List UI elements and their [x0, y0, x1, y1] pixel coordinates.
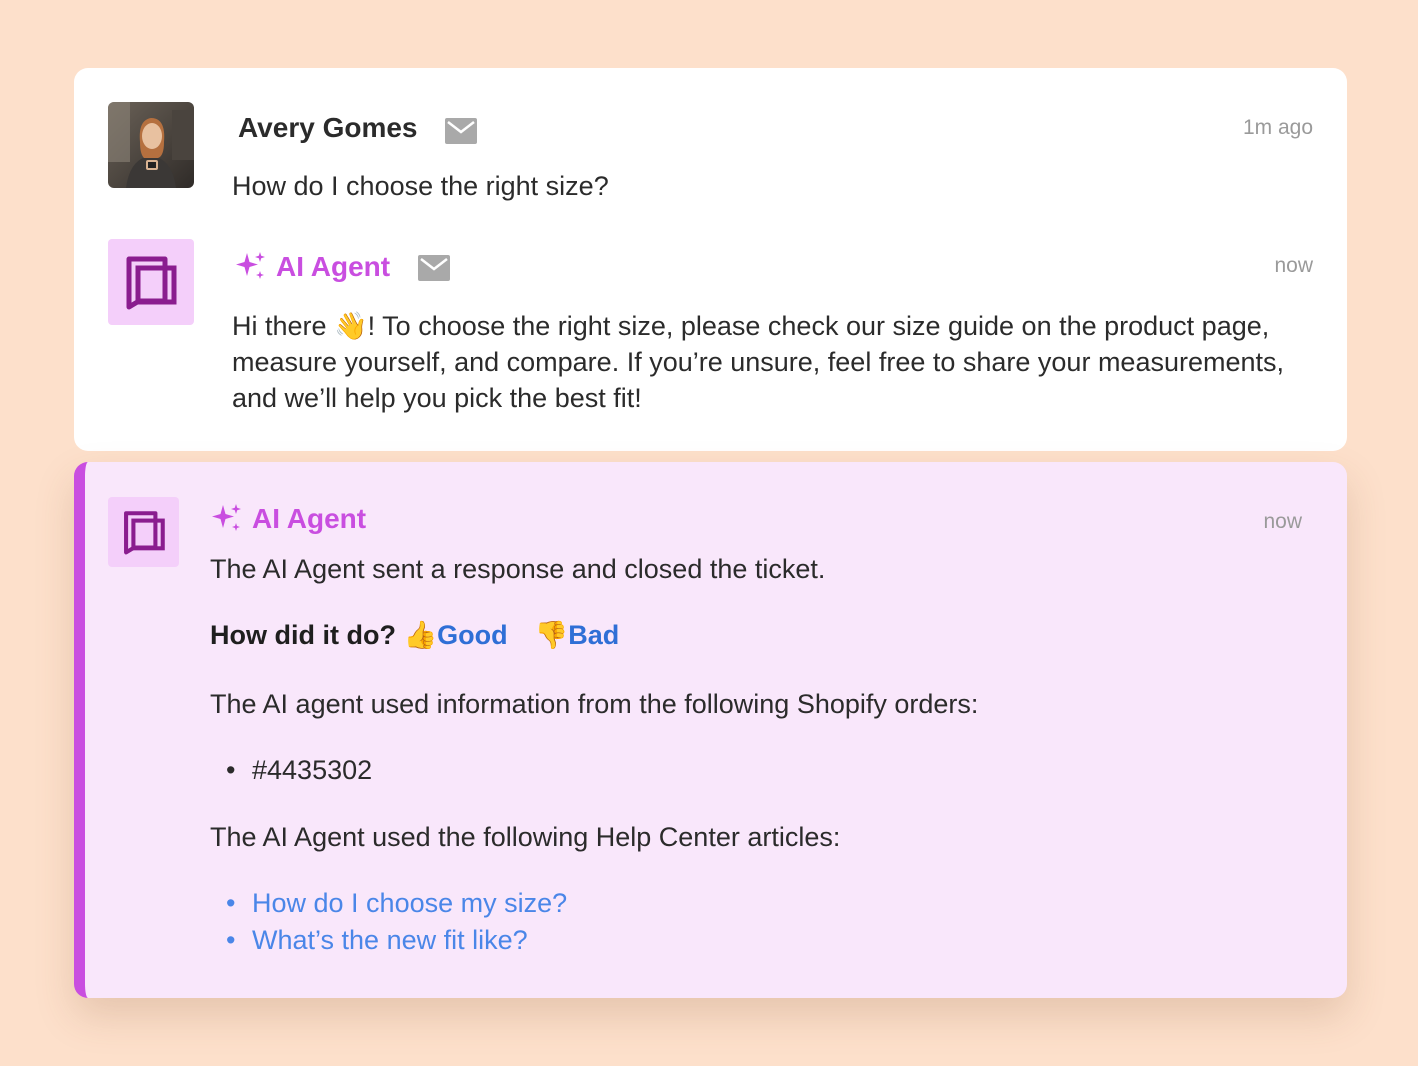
thumbs-down-icon: 👎 [534, 620, 569, 650]
customer-avatar[interactable] [108, 102, 194, 188]
note-agent-name[interactable]: AI Agent [210, 503, 366, 535]
customer-photo [108, 102, 194, 188]
orders-heading: The AI agent used information from the f… [210, 689, 979, 719]
agent-message-time: now [1274, 254, 1313, 277]
rate-good-label: Good [437, 620, 508, 650]
rating-question: How did it do? [210, 620, 396, 650]
customer-message-time: 1m ago [1242, 116, 1313, 139]
customer-name[interactable]: Avery Gomes [238, 112, 418, 144]
agent-message-text-start: Hi there [232, 311, 335, 341]
agent-logo-icon [123, 511, 165, 555]
article-link[interactable]: What’s the new fit like? [210, 922, 567, 959]
article-link[interactable]: How do I choose my size? [210, 885, 567, 922]
note-summary: The AI Agent sent a response and closed … [210, 554, 826, 584]
sparkle-icon [212, 504, 241, 531]
mail-icon [418, 255, 450, 281]
orders-list: #4435302 [210, 752, 372, 789]
rate-good-button[interactable]: 👍Good [403, 620, 507, 650]
note-time: now [1263, 510, 1302, 533]
rating-row: How did it do? 👍Good 👎Bad [210, 619, 619, 651]
agent-name[interactable]: AI Agent [234, 251, 390, 283]
agent-message-text: Hi there 👋! To choose the right size, pl… [232, 308, 1312, 416]
note-agent-name-label: AI Agent [252, 503, 367, 534]
order-item: #4435302 [210, 752, 372, 789]
rate-bad-button[interactable]: 👎Bad [535, 620, 620, 650]
customer-message-text: How do I choose the right size? [232, 171, 609, 201]
articles-list: How do I choose my size? What’s the new … [210, 885, 567, 959]
waving-hand-emoji: 👋 [334, 311, 368, 341]
conversation-card: Avery Gomes 1m ago How do I choose the r… [74, 68, 1347, 451]
thumbs-up-icon: 👍 [403, 620, 438, 650]
rate-bad-label: Bad [568, 620, 620, 650]
mail-icon [445, 118, 477, 144]
agent-logo-icon [126, 256, 177, 310]
articles-heading: The AI Agent used the following Help Cen… [210, 822, 841, 852]
sparkle-icon [236, 252, 265, 279]
agent-avatar[interactable] [108, 239, 194, 325]
agent-name-label: AI Agent [276, 251, 391, 282]
note-agent-avatar[interactable] [108, 497, 179, 567]
agent-message-text-end: ! To choose the right size, please check… [232, 311, 1285, 413]
internal-note-card: AI Agent now The AI Agent sent a respons… [74, 462, 1347, 998]
